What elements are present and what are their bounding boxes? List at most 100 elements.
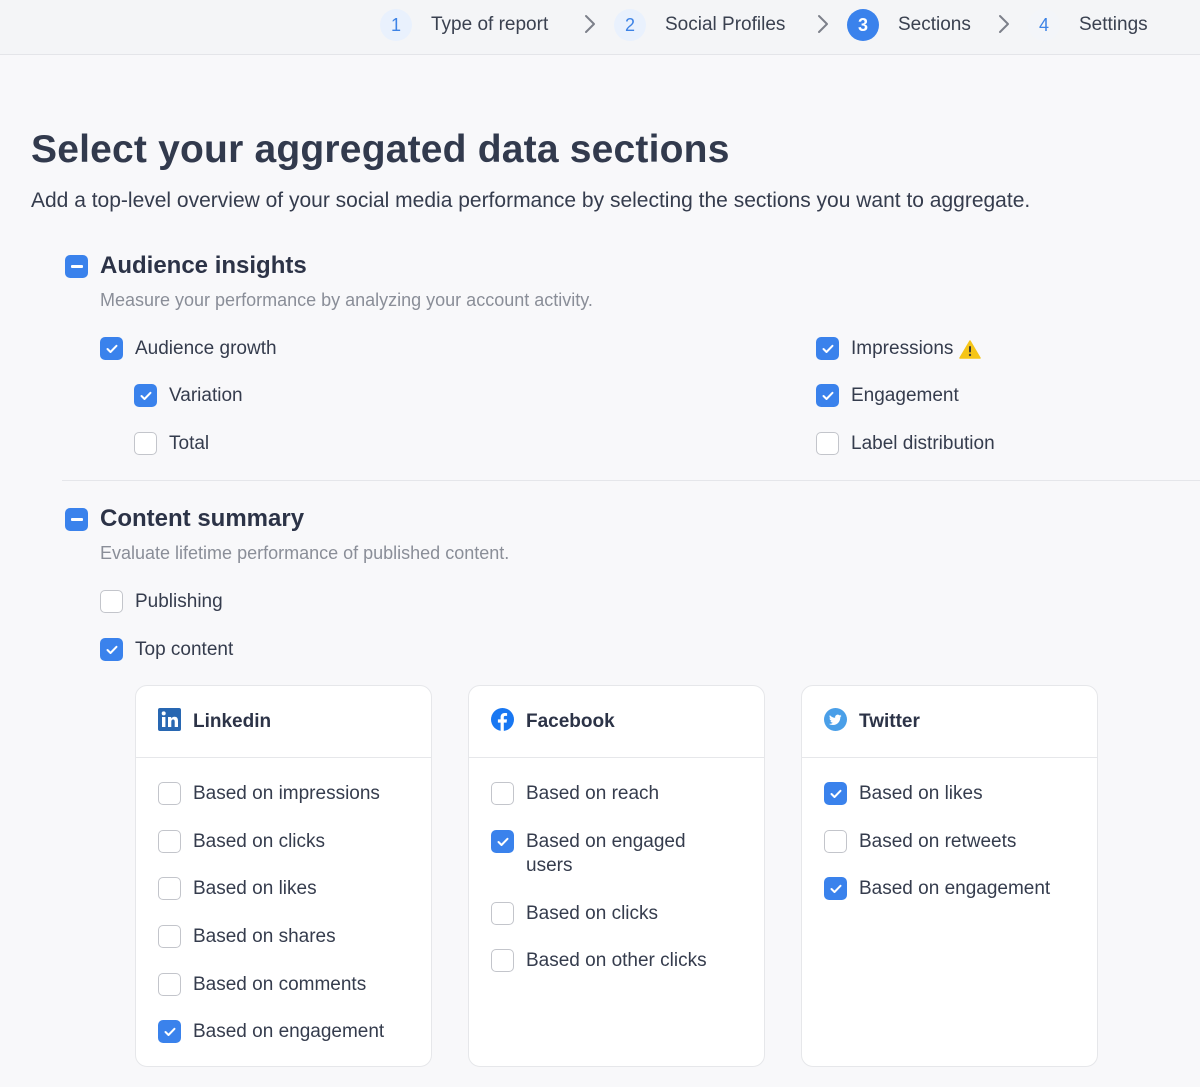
option-engagement[interactable]: Engagement <box>816 384 959 408</box>
checkbox[interactable] <box>816 432 839 455</box>
page-title: Select your aggregated data sections <box>31 128 730 171</box>
check-icon <box>822 391 833 400</box>
checkbox[interactable] <box>134 432 157 455</box>
option-label: Impressions <box>851 338 954 359</box>
option-label: Based on clicks <box>526 903 659 924</box>
warning-icon[interactable] <box>959 337 982 361</box>
checkbox[interactable] <box>100 638 123 661</box>
checkbox[interactable] <box>491 949 514 972</box>
option-label: Based on impressions <box>193 783 380 804</box>
option-linkedin-clicks[interactable]: Based on clicks <box>158 830 325 854</box>
section-divider <box>62 480 1200 481</box>
minus-icon <box>70 518 83 521</box>
step-label: Social Profiles <box>665 14 786 35</box>
twitter-icon <box>824 707 847 736</box>
option-label: Total <box>169 433 210 454</box>
option-total[interactable]: Total <box>134 432 209 456</box>
step-label: Settings <box>1079 14 1148 35</box>
checkbox[interactable] <box>816 337 839 360</box>
step-number: 4 <box>1028 9 1060 41</box>
content-summary-toggle[interactable] <box>65 508 88 531</box>
audience-insights-description: Measure your performance by analyzing yo… <box>100 290 593 310</box>
check-icon <box>164 1027 175 1036</box>
chevron-right-icon <box>816 12 830 36</box>
content-summary-description: Evaluate lifetime performance of publish… <box>100 543 510 563</box>
step-sections[interactable]: 3 Sections <box>847 9 971 41</box>
option-label: Based on engagement <box>193 1021 385 1042</box>
checkbox[interactable] <box>158 877 181 900</box>
audience-insights-toggle[interactable] <box>65 255 88 278</box>
checkbox[interactable] <box>134 384 157 407</box>
card-title: Twitter <box>859 710 920 732</box>
checkbox[interactable] <box>824 877 847 900</box>
report-stepper: 1 Type of report 2 Social Profiles 3 Sec… <box>0 0 1200 55</box>
checkbox[interactable] <box>491 782 514 805</box>
option-label: Based on engaged users <box>526 831 686 876</box>
step-settings[interactable]: 4 Settings <box>1028 9 1148 41</box>
audience-insights-title: Audience insights <box>100 252 307 279</box>
option-label: Variation <box>169 385 243 406</box>
step-number: 1 <box>380 9 412 41</box>
step-number: 2 <box>614 9 646 41</box>
option-label: Based on engagement <box>859 878 1051 899</box>
option-label: Audience growth <box>135 338 277 359</box>
chevron-right-icon <box>583 12 597 36</box>
network-card-twitter: Twitter Based on likes Based on retweets… <box>801 685 1098 1067</box>
option-label: Based on clicks <box>193 831 326 852</box>
option-impressions[interactable]: Impressions <box>816 337 982 361</box>
option-linkedin-engagement[interactable]: Based on engagement <box>158 1020 384 1044</box>
content-summary-title: Content summary <box>100 505 305 532</box>
page-subtitle: Add a top-level overview of your social … <box>31 189 1031 212</box>
option-label: Based on comments <box>193 974 367 995</box>
checkbox[interactable] <box>491 830 514 853</box>
option-facebook-engaged-users[interactable]: Based on engaged users <box>491 830 726 878</box>
option-variation[interactable]: Variation <box>134 384 243 408</box>
check-icon <box>140 391 151 400</box>
checkbox[interactable] <box>100 590 123 613</box>
check-icon <box>106 344 117 353</box>
option-label: Engagement <box>851 385 959 406</box>
facebook-icon <box>491 707 514 736</box>
check-icon <box>830 789 841 798</box>
checkbox[interactable] <box>100 337 123 360</box>
checkbox[interactable] <box>824 782 847 805</box>
option-top-content[interactable]: Top content <box>100 638 233 662</box>
check-icon <box>106 645 117 654</box>
checkbox[interactable] <box>158 925 181 948</box>
option-facebook-reach[interactable]: Based on reach <box>491 782 659 806</box>
option-facebook-other-clicks[interactable]: Based on other clicks <box>491 949 707 973</box>
checkbox[interactable] <box>158 973 181 996</box>
card-header: Linkedin <box>136 686 431 758</box>
linkedin-icon <box>158 707 181 736</box>
option-twitter-retweets[interactable]: Based on retweets <box>824 830 1016 854</box>
checkbox[interactable] <box>491 902 514 925</box>
step-number: 3 <box>847 9 879 41</box>
option-label: Top content <box>135 639 234 660</box>
option-linkedin-impressions[interactable]: Based on impressions <box>158 782 380 806</box>
option-twitter-engagement[interactable]: Based on engagement <box>824 877 1050 901</box>
option-label-distribution[interactable]: Label distribution <box>816 432 995 456</box>
step-type-of-report[interactable]: 1 Type of report <box>380 9 548 41</box>
option-linkedin-likes[interactable]: Based on likes <box>158 877 317 901</box>
network-card-facebook: Facebook Based on reach Based on engaged… <box>468 685 765 1067</box>
option-label: Based on likes <box>859 783 983 804</box>
checkbox[interactable] <box>158 782 181 805</box>
card-header: Facebook <box>469 686 764 758</box>
step-label: Sections <box>898 14 971 35</box>
option-label: Label distribution <box>851 433 995 454</box>
step-social-profiles[interactable]: 2 Social Profiles <box>614 9 785 41</box>
checkbox[interactable] <box>816 384 839 407</box>
option-audience-growth[interactable]: Audience growth <box>100 337 277 361</box>
checkbox[interactable] <box>158 1020 181 1043</box>
chevron-right-icon <box>997 12 1011 36</box>
option-publishing[interactable]: Publishing <box>100 590 223 614</box>
check-icon <box>497 837 508 846</box>
option-linkedin-shares[interactable]: Based on shares <box>158 925 336 949</box>
checkbox[interactable] <box>824 830 847 853</box>
option-label: Based on retweets <box>859 831 1017 852</box>
checkbox[interactable] <box>158 830 181 853</box>
option-facebook-clicks[interactable]: Based on clicks <box>491 902 658 926</box>
card-title: Linkedin <box>193 710 272 732</box>
option-linkedin-comments[interactable]: Based on comments <box>158 973 366 997</box>
option-twitter-likes[interactable]: Based on likes <box>824 782 983 806</box>
